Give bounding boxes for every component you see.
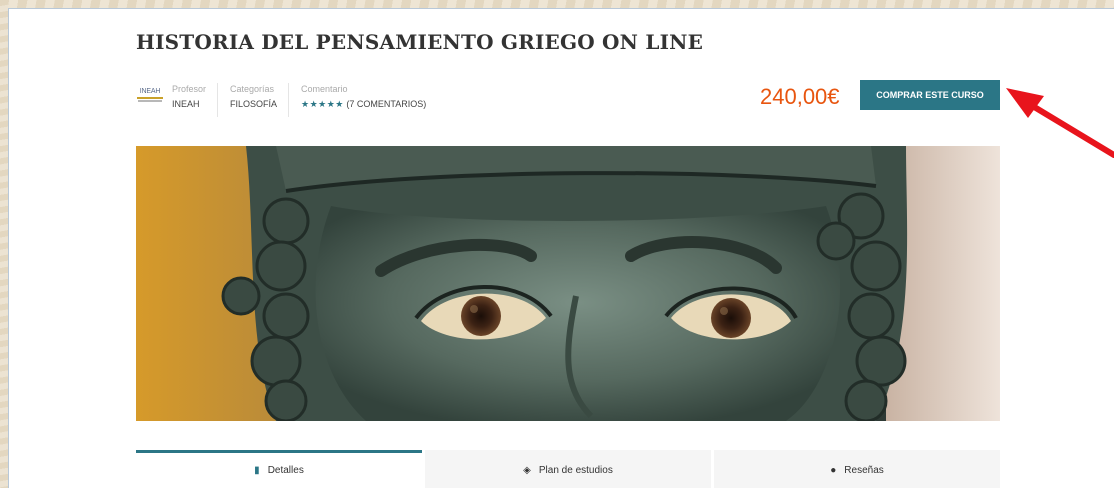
course-hero-image — [136, 146, 1000, 421]
meta-review-value[interactable]: ★★★★★ (7 COMENTARIOS) — [301, 97, 426, 111]
logo-text: INEAH — [139, 88, 161, 95]
tab-detalles-label: Detalles — [267, 465, 304, 476]
tab-resenas-label: Reseñas — [844, 465, 884, 476]
rating-stars-icon: ★★★★★ — [301, 99, 344, 109]
meta-teacher: Profesor INEAH — [172, 83, 219, 117]
course-tabs: ▮ Detalles ◈ Plan de estudios ● Reseñas — [136, 450, 1000, 488]
course-meta: INEAH Profesor INEAH Categorías FILOSOFÍ… — [136, 83, 449, 117]
tab-plan-de-estudios[interactable]: ◈ Plan de estudios — [425, 450, 711, 488]
ineah-logo: INEAH — [136, 86, 164, 104]
meta-category-value[interactable]: FILOSOFÍA — [230, 97, 277, 111]
meta-teacher-label: Profesor — [172, 84, 207, 94]
bronze-statue-image — [136, 146, 1000, 421]
page-background-top — [0, 0, 1114, 8]
comments-icon: ● — [830, 465, 837, 476]
course-price: 240,00€ — [760, 84, 840, 109]
cube-icon: ◈ — [523, 465, 531, 476]
meta-teacher-value[interactable]: INEAH — [172, 97, 206, 111]
tab-plan-label: Plan de estudios — [538, 465, 613, 476]
course-title: HISTORIA DEL PENSAMIENTO GRIEGO ON LINE — [136, 30, 704, 54]
tab-resenas[interactable]: ● Reseñas — [714, 450, 1000, 488]
meta-category-label: Categorías — [230, 84, 275, 94]
meta-category: Categorías FILOSOFÍA — [230, 83, 290, 117]
meta-review-label: Comentario — [301, 84, 348, 94]
bookmark-icon: ▮ — [254, 465, 260, 476]
review-count: (7 COMENTARIOS) — [346, 99, 427, 109]
red-arrow-annotation — [1006, 88, 1114, 158]
tab-detalles[interactable]: ▮ Detalles — [136, 450, 422, 488]
page-background-left — [0, 0, 8, 488]
buy-course-button[interactable]: COMPRAR ESTE CURSO — [860, 80, 1000, 110]
meta-review: Comentario ★★★★★ (7 COMENTARIOS) — [301, 83, 437, 117]
